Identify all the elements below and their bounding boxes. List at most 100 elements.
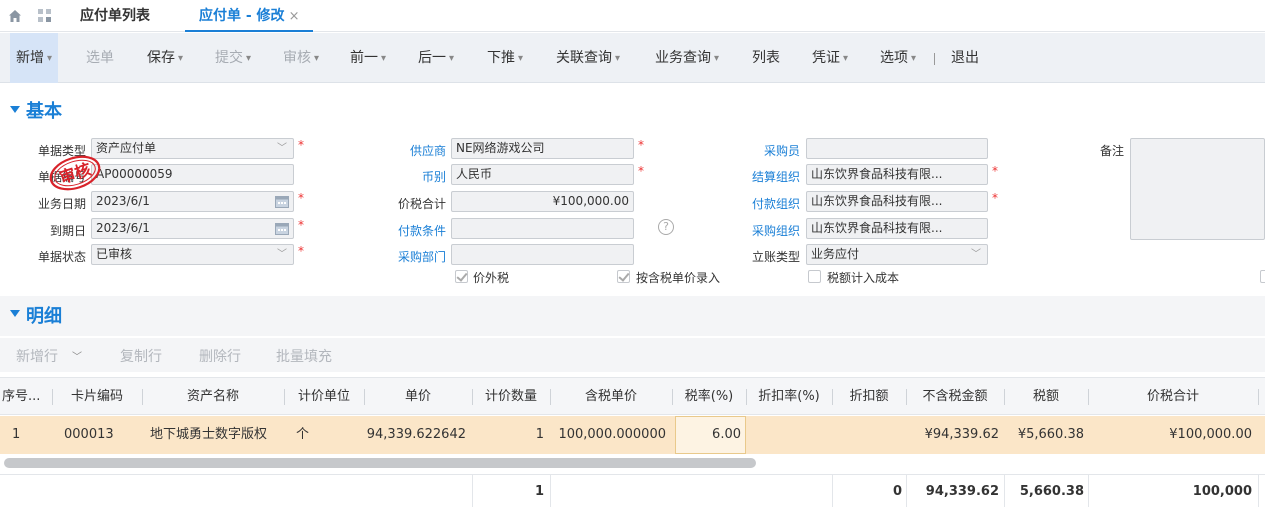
cell-amount-excl-tax[interactable]: ¥94,339.62 <box>908 416 999 454</box>
tax-in-cost-checkbox[interactable] <box>808 270 821 283</box>
calendar-icon[interactable] <box>275 195 289 208</box>
save-button[interactable]: 保存 ▾ <box>147 47 183 69</box>
pay-org-label[interactable]: 付款组织 <box>734 195 800 212</box>
chevron-down-icon: ▾ <box>714 53 720 64</box>
cell-price[interactable]: 94,339.622642 <box>366 416 466 454</box>
supplier-field[interactable]: NE网络游戏公司 <box>451 138 634 159</box>
doc-no-label: 单据编号 <box>37 170 86 184</box>
payment-terms-field[interactable] <box>451 218 634 239</box>
cell-seq[interactable]: 1 <box>12 416 48 454</box>
app-grid-icon[interactable] <box>38 9 52 23</box>
doc-status-select[interactable]: 已审核 ﹀ <box>91 244 294 265</box>
biz-date-field[interactable]: 2023/6/1 <box>91 191 294 212</box>
tab-payable-edit-label: 应付单 - 修改 <box>199 8 285 24</box>
help-icon[interactable]: ? <box>658 219 674 235</box>
detail-grid-header: 序号... 卡片编码 资产名称 计价单位 单价 计价数量 含税单价 税率(%) … <box>0 377 1265 415</box>
chevron-down-icon: ▾ <box>843 53 849 64</box>
col-divider <box>52 389 53 405</box>
options-button[interactable]: 选项 ▾ <box>880 47 916 69</box>
audit-button-label: 审核 <box>283 50 311 66</box>
payment-terms-label[interactable]: 付款条件 <box>380 222 446 239</box>
basic-section-header[interactable]: 基本 <box>0 92 1265 132</box>
tab-bar: 应付单列表 应付单 - 修改 × <box>0 0 1265 32</box>
home-icon[interactable] <box>8 9 22 23</box>
detail-section-header[interactable]: 明细 <box>0 296 1265 336</box>
supplier-label[interactable]: 供应商 <box>380 142 446 159</box>
delete-row-button[interactable]: 删除行 <box>199 346 241 366</box>
purchase-org-field[interactable]: 山东饮界食品科技有限... <box>806 218 988 239</box>
business-query-button[interactable]: 业务查询 ▾ <box>655 47 719 69</box>
col-divider <box>1088 475 1089 507</box>
col-header-discount[interactable]: 折扣额 <box>834 378 904 416</box>
doc-type-label: 单据类型 <box>37 144 86 158</box>
col-header-card-code[interactable]: 卡片编码 <box>54 378 140 416</box>
col-header-asset-name[interactable]: 资产名称 <box>144 378 282 416</box>
horizontal-scrollbar[interactable] <box>4 458 756 468</box>
prev-button[interactable]: 前一 ▾ <box>350 47 386 69</box>
next-button[interactable]: 后一 ▾ <box>418 47 454 69</box>
settle-org-field[interactable]: 山东饮界食品科技有限... <box>806 164 988 185</box>
col-header-amount-excl-tax[interactable]: 不含税金额 <box>908 378 1002 416</box>
total-field: ¥100,000.00 <box>451 191 634 212</box>
col-header-tax-incl-price[interactable]: 含税单价 <box>552 378 670 416</box>
calendar-icon[interactable] <box>275 222 289 235</box>
col-header-discount-rate[interactable]: 折扣率(%) <box>748 378 830 416</box>
cell-discount[interactable] <box>834 416 902 454</box>
collapse-triangle-icon <box>10 106 20 113</box>
tax-incl-price-entry-checkbox[interactable] <box>617 270 630 283</box>
remark-textarea[interactable] <box>1130 138 1265 240</box>
extra-checkbox[interactable] <box>1260 270 1265 283</box>
voucher-button[interactable]: 凭证 ▾ <box>812 47 848 69</box>
col-divider <box>284 389 285 405</box>
col-header-tax-rate[interactable]: 税率(%) <box>674 378 744 416</box>
cell-asset-name[interactable]: 地下城勇士数字版权 <box>150 416 280 454</box>
currency-field[interactable]: 人民币 <box>451 164 634 185</box>
currency-label[interactable]: 币别 <box>380 168 446 185</box>
new-button[interactable]: 新增 ▾ <box>10 33 59 83</box>
col-header-seq[interactable]: 序号... <box>0 378 48 416</box>
copy-row-button[interactable]: 复制行 <box>120 346 162 366</box>
col-header-price[interactable]: 单价 <box>366 378 470 416</box>
exit-button[interactable]: 退出 <box>951 47 979 69</box>
purchase-dept-field[interactable] <box>451 244 634 265</box>
account-type-select[interactable]: 业务应付 ﹀ <box>806 244 988 265</box>
cell-card-code[interactable]: 000013 <box>64 416 140 454</box>
cell-tax[interactable]: ¥5,660.38 <box>1006 416 1084 454</box>
settle-org-label[interactable]: 结算组织 <box>734 168 800 185</box>
submit-button[interactable]: 提交 ▾ <box>215 47 251 69</box>
purchase-dept-label[interactable]: 采购部门 <box>380 248 446 265</box>
cell-unit[interactable]: 个 <box>296 416 360 454</box>
cell-discount-rate[interactable] <box>748 416 828 454</box>
price-excl-tax-checkbox[interactable] <box>455 270 468 283</box>
cell-tax-incl-price[interactable]: 100,000.000000 <box>552 416 666 454</box>
list-button[interactable]: 列表 <box>752 47 780 69</box>
cell-qty[interactable]: 1 <box>474 416 544 454</box>
pay-org-field[interactable]: 山东饮界食品科技有限... <box>806 191 988 212</box>
chevron-down-icon: ﹀ <box>971 249 981 260</box>
buyer-field[interactable] <box>806 138 988 159</box>
push-down-button[interactable]: 下推 ▾ <box>487 47 523 69</box>
audit-button[interactable]: 审核 ▾ <box>283 47 319 69</box>
doc-type-select[interactable]: 资产应付单 ﹀ <box>91 138 294 159</box>
col-header-tax[interactable]: 税额 <box>1006 378 1086 416</box>
tab-payable-edit[interactable]: 应付单 - 修改 × <box>185 0 314 32</box>
related-query-button[interactable]: 关联查询 ▾ <box>556 47 620 69</box>
tab-payable-list[interactable]: 应付单列表 <box>80 0 150 32</box>
chevron-down-icon: ▾ <box>381 53 387 64</box>
chevron-down-icon: ▾ <box>518 53 524 64</box>
cell-tax-rate[interactable]: 6.00 <box>675 416 746 454</box>
due-date-field[interactable]: 2023/6/1 <box>91 218 294 239</box>
add-row-button[interactable]: 新增行 ﹀ <box>16 346 82 366</box>
table-row[interactable]: 1 000013 地下城勇士数字版权 个 94,339.622642 1 100… <box>0 416 1265 454</box>
col-header-unit[interactable]: 计价单位 <box>286 378 362 416</box>
total-tax: 5,660.38 <box>1019 484 1084 499</box>
col-header-qty[interactable]: 计价数量 <box>474 378 548 416</box>
batch-fill-button[interactable]: 批量填充 <box>276 346 332 366</box>
purchase-org-label[interactable]: 采购组织 <box>734 222 800 239</box>
col-header-total[interactable]: 价税合计 <box>1090 378 1256 416</box>
select-button[interactable]: 选单 <box>86 47 114 69</box>
doc-no-field[interactable]: AP00000059 <box>91 164 294 185</box>
cell-total[interactable]: ¥100,000.00 <box>1090 416 1252 454</box>
buyer-label[interactable]: 采购员 <box>734 142 800 159</box>
close-icon[interactable]: × <box>289 9 300 24</box>
